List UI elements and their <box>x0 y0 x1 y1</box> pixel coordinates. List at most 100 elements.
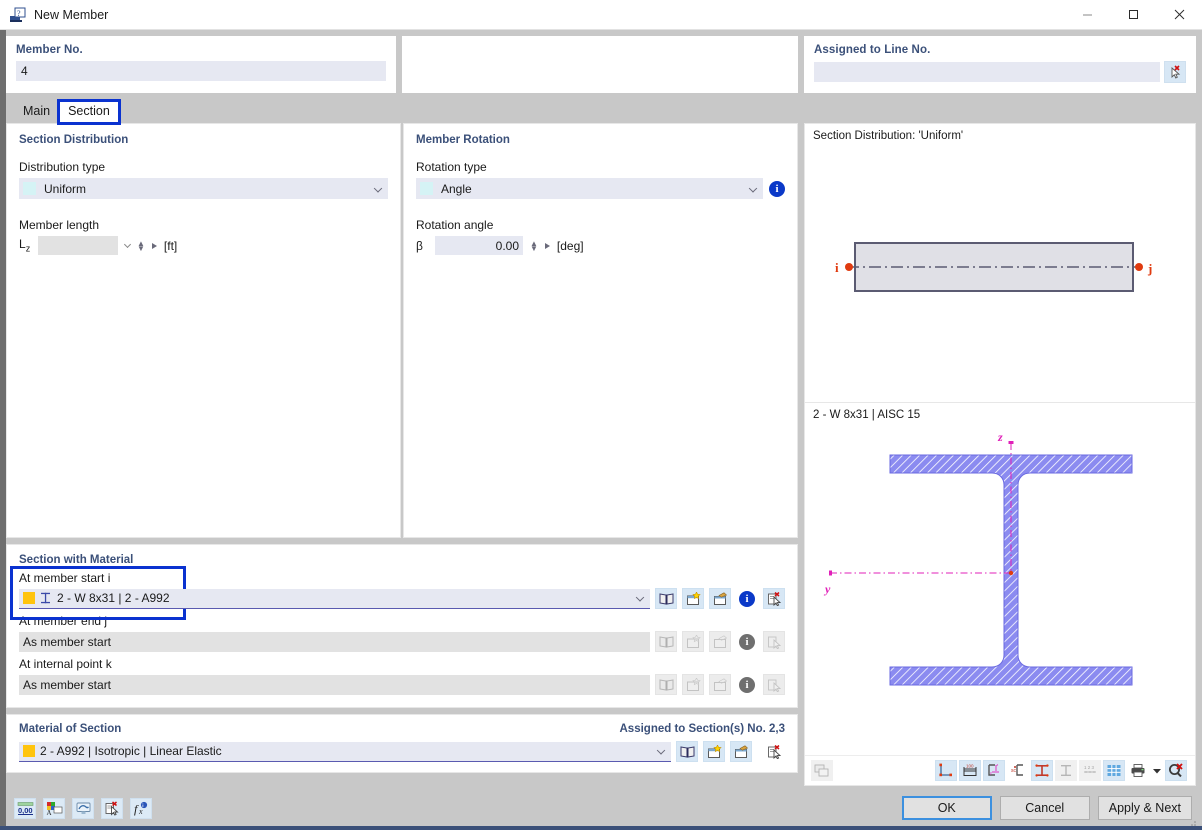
tab-bar: Main Section <box>6 99 1196 125</box>
close-view-icon[interactable] <box>1165 760 1187 781</box>
distribution-type-value: Uniform <box>44 181 87 196</box>
visual-icon[interactable] <box>72 797 94 819</box>
edit-material-icon[interactable] <box>730 741 752 762</box>
tab-main[interactable]: Main <box>14 101 59 123</box>
preview-column: Section Distribution: 'Uniform' i j 2 - … <box>804 123 1196 786</box>
decimal-places-icon[interactable]: 0,00 <box>14 797 36 819</box>
library-icon[interactable] <box>655 588 677 609</box>
section-start-select[interactable]: 2 - W 8x31 | 2 - A992 <box>19 588 650 609</box>
svg-text:A: A <box>46 809 51 816</box>
distribution-type-label: Distribution type <box>19 160 106 174</box>
member-no-label: Member No. <box>16 44 83 56</box>
pick-line-icon[interactable] <box>1164 61 1186 83</box>
local-axes-icon[interactable]: z y <box>983 760 1005 781</box>
i-beam-icon <box>40 592 51 604</box>
formula-icon[interactable]: f x i <box>130 797 152 819</box>
member-rotation-title: Member Rotation <box>416 134 510 146</box>
member-diagram: i j <box>835 242 1152 292</box>
rotation-angle-stepper[interactable]: ▲ ▼ <box>530 239 538 252</box>
overall-dimensions-icon[interactable]: 100 <box>959 760 981 781</box>
svg-text:0,00: 0,00 <box>18 806 33 815</box>
print-dropdown-icon[interactable] <box>1151 760 1163 781</box>
assigned-to-line-input[interactable] <box>814 62 1160 82</box>
rotation-type-swatch <box>420 182 433 195</box>
section-row-end: At member end j As member start i <box>19 614 785 652</box>
material-of-section-panel: Material of Section Assigned to Section(… <box>6 714 798 773</box>
section-distribution-panel: Section Distribution Distribution type U… <box>6 123 401 538</box>
display-properties-icon[interactable]: A <box>43 797 65 819</box>
svg-text:y: y <box>990 771 992 775</box>
delete-pick-icon[interactable] <box>101 797 123 819</box>
resize-grip[interactable] <box>1190 816 1198 826</box>
section-internal-select[interactable]: As member start <box>19 674 650 695</box>
material-value: 2 - A992 | Isotropic | Linear Elastic <box>40 744 222 758</box>
new-material-icon[interactable] <box>703 741 725 762</box>
library-icon <box>655 631 677 652</box>
chevron-down-icon <box>373 183 383 193</box>
library-icon[interactable] <box>676 741 698 762</box>
section-with-material-title: Section with Material <box>19 554 134 566</box>
tab-section[interactable]: Section <box>57 99 121 125</box>
edit-section-icon[interactable] <box>709 588 731 609</box>
footer-buttons: OK Cancel Apply & Next <box>901 796 1192 820</box>
delete-pick-icon[interactable] <box>763 588 785 609</box>
member-length-stepper[interactable]: ▲ ▼ <box>137 239 145 252</box>
distribution-preview-caption: Section Distribution: 'Uniform' <box>813 130 964 142</box>
delete-pick-icon[interactable] <box>763 741 785 762</box>
section-end-value: As member start <box>23 634 112 649</box>
section-row-internal: At internal point k As member start i <box>19 657 785 695</box>
maximize-button[interactable] <box>1110 0 1156 30</box>
info-icon[interactable]: i <box>736 588 758 609</box>
print-icon[interactable] <box>1127 760 1149 781</box>
section-cross-diagram: z y <box>823 430 1133 686</box>
stress-points-icon[interactable] <box>1031 760 1053 781</box>
distribution-preview[interactable]: Section Distribution: 'Uniform' i j <box>804 123 1196 403</box>
rotation-angle-symbol: β <box>416 238 423 253</box>
material-of-section-title: Material of Section <box>19 723 122 735</box>
delete-pick-icon <box>763 674 785 695</box>
chevron-down-icon <box>748 183 758 193</box>
member-length-more-icon[interactable] <box>151 242 157 249</box>
ok-button[interactable]: OK <box>901 796 992 820</box>
rotation-angle-unit: [deg] <box>556 238 584 253</box>
axis-y-label: y <box>823 582 831 596</box>
section-parts-icon[interactable] <box>1055 760 1077 781</box>
rotation-type-value: Angle <box>441 181 472 196</box>
assigned-to-sections-label: Assigned to Section(s) No. 2,3 <box>619 723 786 735</box>
chevron-down-icon[interactable] <box>123 240 132 248</box>
cancel-button[interactable]: Cancel <box>999 796 1090 820</box>
numbering-icon[interactable]: 1 2 3 <box>1079 760 1101 781</box>
snapshot-icon[interactable] <box>811 760 833 781</box>
member-length-input[interactable] <box>38 236 118 255</box>
rotation-angle-more-icon[interactable] <box>544 242 550 249</box>
svg-text:sc: sc <box>1011 768 1017 774</box>
distribution-type-swatch <box>23 182 36 195</box>
info-icon[interactable]: i <box>769 180 785 197</box>
library-icon <box>655 674 677 695</box>
new-section-icon[interactable] <box>682 588 704 609</box>
apply-next-button[interactable]: Apply & Next <box>1097 796 1192 820</box>
svg-text:z: z <box>997 763 999 767</box>
member-length-row: Lz ▲ ▼ [ft] <box>19 236 388 255</box>
section-end-select[interactable]: As member start <box>19 631 650 652</box>
distribution-type-select[interactable]: Uniform <box>19 178 388 199</box>
new-section-icon <box>682 674 704 695</box>
window-controls <box>1064 0 1202 30</box>
close-button[interactable] <box>1156 0 1202 30</box>
grid-icon[interactable] <box>1103 760 1125 781</box>
material-select[interactable]: 2 - A992 | Isotropic | Linear Elastic <box>19 741 671 762</box>
member-length-label: Member length <box>19 218 100 232</box>
rotation-type-select[interactable]: Angle <box>416 178 763 199</box>
rotation-angle-input[interactable]: 0.00 <box>435 236 523 255</box>
corner-dimensions-icon[interactable] <box>935 760 957 781</box>
left-column: Section Distribution Distribution type U… <box>6 123 798 786</box>
member-no-input[interactable] <box>16 61 386 81</box>
window-title: New Member <box>34 7 109 22</box>
section-start-value: 2 - W 8x31 | 2 - A992 <box>57 591 170 605</box>
minimize-button[interactable] <box>1064 0 1110 30</box>
shear-center-icon[interactable]: sc <box>1007 760 1029 781</box>
svg-text:i: i <box>142 803 143 808</box>
section-preview[interactable]: 2 - W 8x31 | AISC 15 z y 100 z y sc 1 2 … <box>804 403 1196 786</box>
header-row: Member No. Assigned to Line No. <box>0 30 1202 93</box>
at-member-end-label: At member end j <box>19 614 108 628</box>
